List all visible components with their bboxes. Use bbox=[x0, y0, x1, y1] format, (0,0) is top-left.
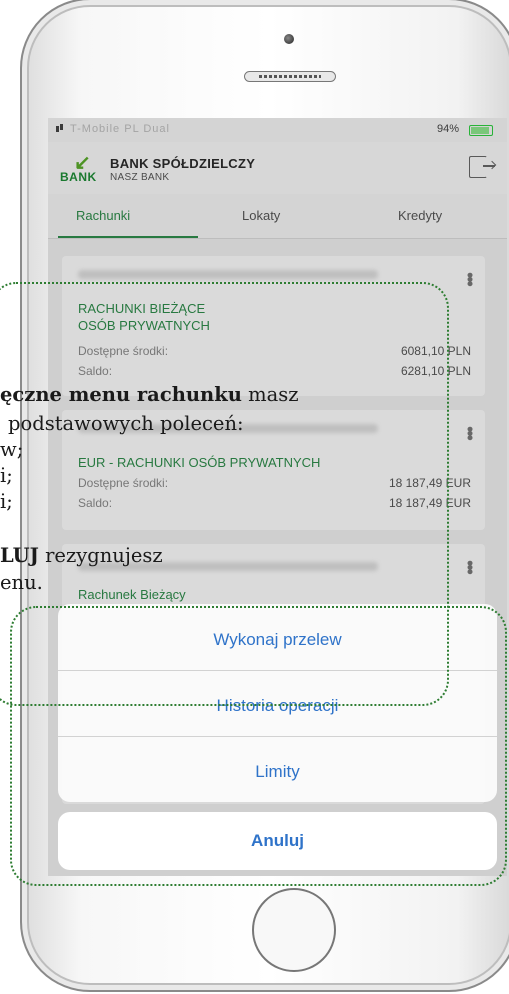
action-sheet: Wykonaj przelew Historia operacji Limity bbox=[58, 604, 497, 802]
limits-action[interactable]: Limity bbox=[58, 762, 497, 782]
transfer-action[interactable]: Wykonaj przelew bbox=[58, 630, 497, 650]
history-action[interactable]: Historia operacji bbox=[58, 696, 497, 716]
front-camera bbox=[284, 34, 294, 44]
home-button[interactable] bbox=[252, 888, 336, 972]
cancel-button[interactable]: Anuluj bbox=[58, 812, 497, 870]
phone-screen: T-Mobile PL Dual 94% ↙ BANK BANK SPÓŁDZI… bbox=[48, 118, 507, 876]
separator bbox=[58, 670, 497, 671]
instruction-line: i; bbox=[0, 464, 13, 487]
instruction-line: i; bbox=[0, 490, 13, 513]
separator bbox=[58, 736, 497, 737]
earpiece-speaker bbox=[244, 71, 336, 82]
